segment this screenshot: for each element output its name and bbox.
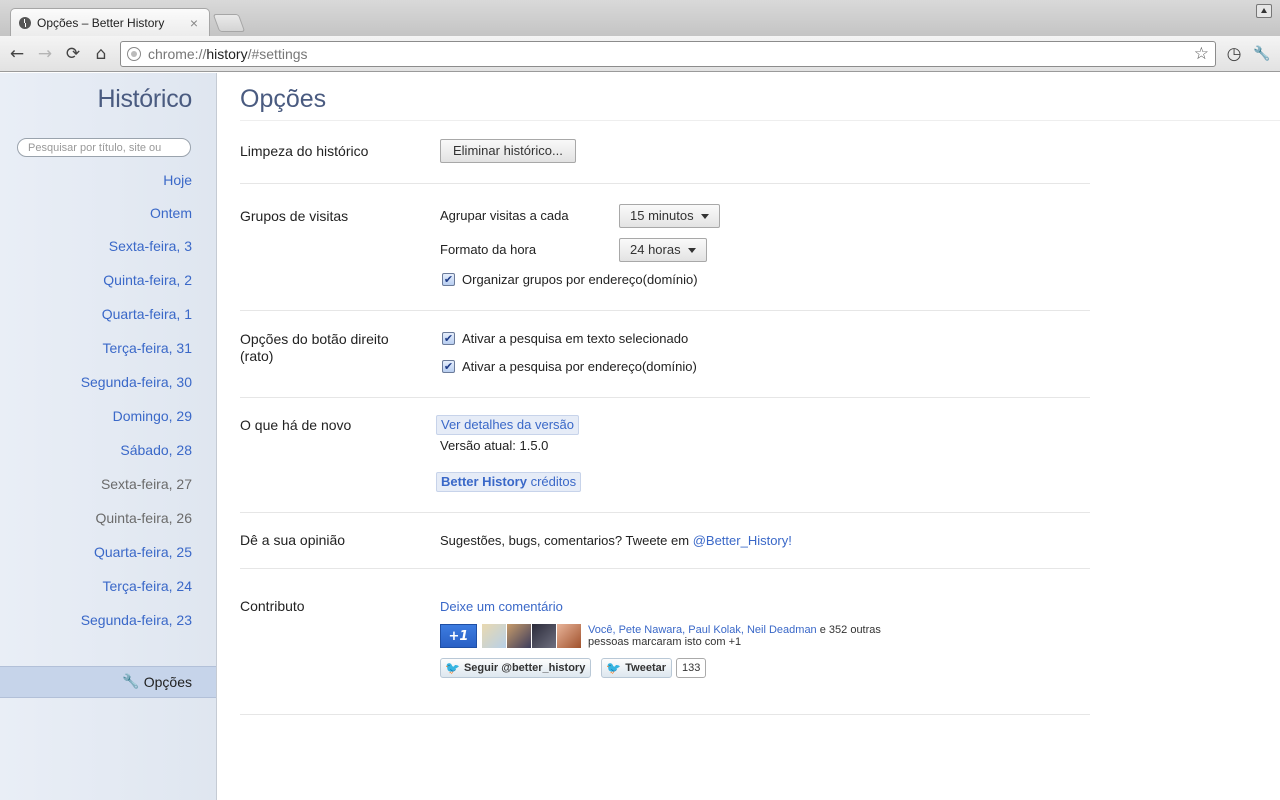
wrench-menu-icon[interactable]: 🔧 [1248, 40, 1276, 68]
section-clear-history: Limpeza do histórico Eliminar histórico.… [240, 121, 1090, 184]
day-list: Hoje Ontem Sexta-feira, 3 Quinta-feira, … [81, 170, 192, 644]
avatar[interactable] [557, 624, 581, 648]
time-format-value: 24 horas [630, 242, 681, 257]
url-host: history [206, 46, 248, 62]
section-context-menu: Opções do botão direito (rato) ✔ Ativar … [240, 311, 1090, 398]
twitter-bird-icon: 🐦 [606, 661, 622, 675]
sidebar: Histórico Hoje Ontem Sexta-feira, 3 Quin… [0, 73, 217, 800]
page-title: Opções [240, 85, 327, 113]
credits-rest: créditos [526, 474, 577, 489]
sidebar-day-item[interactable]: Hoje [81, 170, 192, 203]
sidebar-day-item[interactable]: Quarta-feira, 1 [81, 304, 192, 338]
section-whats-new: O que há de novo Ver detalhes da versão … [240, 398, 1090, 513]
delete-history-button[interactable]: Eliminar histórico... [440, 139, 576, 163]
reload-icon[interactable]: ⟳ [59, 40, 87, 68]
bookmark-star-icon[interactable]: ☆ [1194, 44, 1209, 64]
back-arrow-icon[interactable]: ← [3, 40, 31, 68]
home-icon[interactable]: ⌂ [87, 40, 115, 68]
sidebar-day-item[interactable]: Quinta-feira, 26 [81, 508, 193, 542]
sidebar-day-item[interactable]: Sexta-feira, 27 [81, 474, 192, 508]
checkbox-label: Organizar grupos por endereço(domínio) [462, 272, 698, 287]
sidebar-day-item[interactable]: Sexta-feira, 3 [81, 236, 192, 270]
section-label: Grupos de visitas [240, 208, 349, 224]
group-interval-value: 15 minutos [630, 208, 694, 223]
section-contribute: Contributo Deixe um comentário +1 Você, … [240, 569, 1090, 715]
avatar[interactable] [532, 624, 556, 648]
avatar[interactable] [507, 624, 531, 648]
tab-title: Opções – Better History [37, 15, 165, 30]
section-label: O que há de novo [240, 417, 352, 433]
section-label: Dê a sua opinião [240, 532, 346, 548]
twitter-follow-button[interactable]: 🐦 Seguir @better_history [440, 658, 592, 678]
page-info-icon[interactable] [127, 47, 141, 61]
history-extension-icon[interactable]: ◷ [1220, 40, 1248, 68]
sidebar-day-item[interactable]: Quarta-feira, 25 [81, 542, 192, 576]
sidebar-title: Histórico [97, 85, 192, 113]
time-format-label: Formato da hora [440, 242, 537, 257]
plusone-line2: pessoas marcaram isto com +1 [588, 636, 742, 648]
tweet-count-badge: 133 [676, 658, 707, 678]
tweet-label: Tweetar [625, 662, 667, 674]
checkbox-label: Ativar a pesquisa por endereço(domínio) [462, 359, 697, 374]
sidebar-day-item[interactable]: Segunda-feira, 30 [81, 372, 192, 406]
section-visit-groups: Grupos de visitas Agrupar visitas a cada… [240, 184, 1090, 311]
forward-arrow-icon[interactable]: → [31, 40, 59, 68]
tab-strip: Opções – Better History × [0, 0, 1280, 36]
fullscreen-icon[interactable] [1256, 4, 1272, 18]
feedback-text: Sugestões, bugs, comentarios? Tweete em [440, 533, 690, 548]
sidebar-day-item[interactable]: Terça-feira, 31 [81, 338, 192, 372]
twitter-bird-icon: 🐦 [445, 661, 460, 675]
leave-comment-link[interactable]: Deixe um comentário [440, 599, 563, 614]
current-version-text: Versão atual: 1.5.0 [440, 438, 549, 453]
sidebar-day-item[interactable]: Quinta-feira, 2 [81, 270, 192, 304]
settings-panel: Opções Limpeza do histórico Eliminar his… [240, 73, 1280, 800]
search-selected-checkbox[interactable]: ✔ [442, 332, 455, 345]
version-details-link[interactable]: Ver detalhes da versão [436, 415, 579, 435]
history-favicon-icon [19, 16, 31, 29]
sidebar-day-item[interactable]: Terça-feira, 24 [81, 576, 192, 610]
wrench-icon: 🔧 [122, 674, 140, 690]
tab-close-icon[interactable]: × [187, 15, 201, 31]
follow-label: Seguir @better_history [463, 662, 586, 674]
plusone-people[interactable]: Você, Pete Nawara, Paul Kolak, Neil Dead… [588, 624, 817, 636]
dropdown-caret-icon [687, 247, 696, 253]
address-bar[interactable]: chrome://history/#settings ☆ [120, 41, 1216, 67]
sidebar-day-item[interactable]: Domingo, 29 [81, 406, 192, 440]
url-text[interactable]: chrome://history/#settings [148, 46, 1194, 62]
sidebar-day-item[interactable]: Ontem [81, 203, 192, 236]
twitter-handle-link[interactable]: @Better_History! [693, 533, 792, 548]
plusone-rest: e 352 outras [816, 624, 881, 636]
sidebar-item-label: Opções [143, 674, 192, 690]
section-label: Contributo [240, 598, 305, 614]
search-domain-checkbox[interactable]: ✔ [442, 360, 455, 373]
url-scheme: chrome:// [148, 46, 207, 62]
section-feedback: Dê a sua opinião Sugestões, bugs, coment… [240, 513, 1090, 569]
plusone-summary: Você, Pete Nawara, Paul Kolak, Neil Dead… [588, 624, 881, 648]
search-domain-option[interactable]: ✔ Ativar a pesquisa por endereço(domínio… [440, 359, 697, 374]
credits-bold: Better History [441, 474, 527, 489]
group-interval-select[interactable]: 15 minutos [619, 204, 720, 228]
browser-tab[interactable]: Opções – Better History × [10, 8, 210, 36]
section-label: Opções do botão direito (rato) [240, 331, 389, 364]
google-plusone-button[interactable]: +1 [440, 624, 477, 648]
sidebar-day-item[interactable]: Segunda-feira, 23 [81, 610, 192, 644]
group-every-label: Agrupar visitas a cada [440, 208, 569, 223]
search-selected-option[interactable]: ✔ Ativar a pesquisa em texto selecionado [440, 331, 688, 346]
sidebar-day-item[interactable]: Sábado, 28 [81, 440, 192, 474]
checkbox-label: Ativar a pesquisa em texto selecionado [462, 331, 689, 346]
new-tab-button[interactable] [212, 14, 246, 32]
time-format-select[interactable]: 24 horas [619, 238, 707, 262]
plusone-avatars [482, 624, 582, 648]
domain-grouping-option[interactable]: ✔ Organizar grupos por endereço(domínio) [440, 272, 698, 287]
browser-toolbar: ← → ⟳ ⌂ chrome://history/#settings ☆ ◷ 🔧 [0, 36, 1280, 72]
url-path: /#settings [247, 46, 308, 62]
credits-link[interactable]: Better History créditos [436, 472, 582, 492]
section-label: Limpeza do histórico [240, 143, 369, 159]
avatar[interactable] [482, 624, 506, 648]
search-input[interactable] [17, 138, 191, 157]
dropdown-caret-icon [700, 213, 709, 219]
tweet-button[interactable]: 🐦 Tweetar [601, 658, 673, 678]
domain-grouping-checkbox[interactable]: ✔ [442, 273, 455, 286]
sidebar-item-options[interactable]: 🔧 Opções [0, 666, 216, 698]
